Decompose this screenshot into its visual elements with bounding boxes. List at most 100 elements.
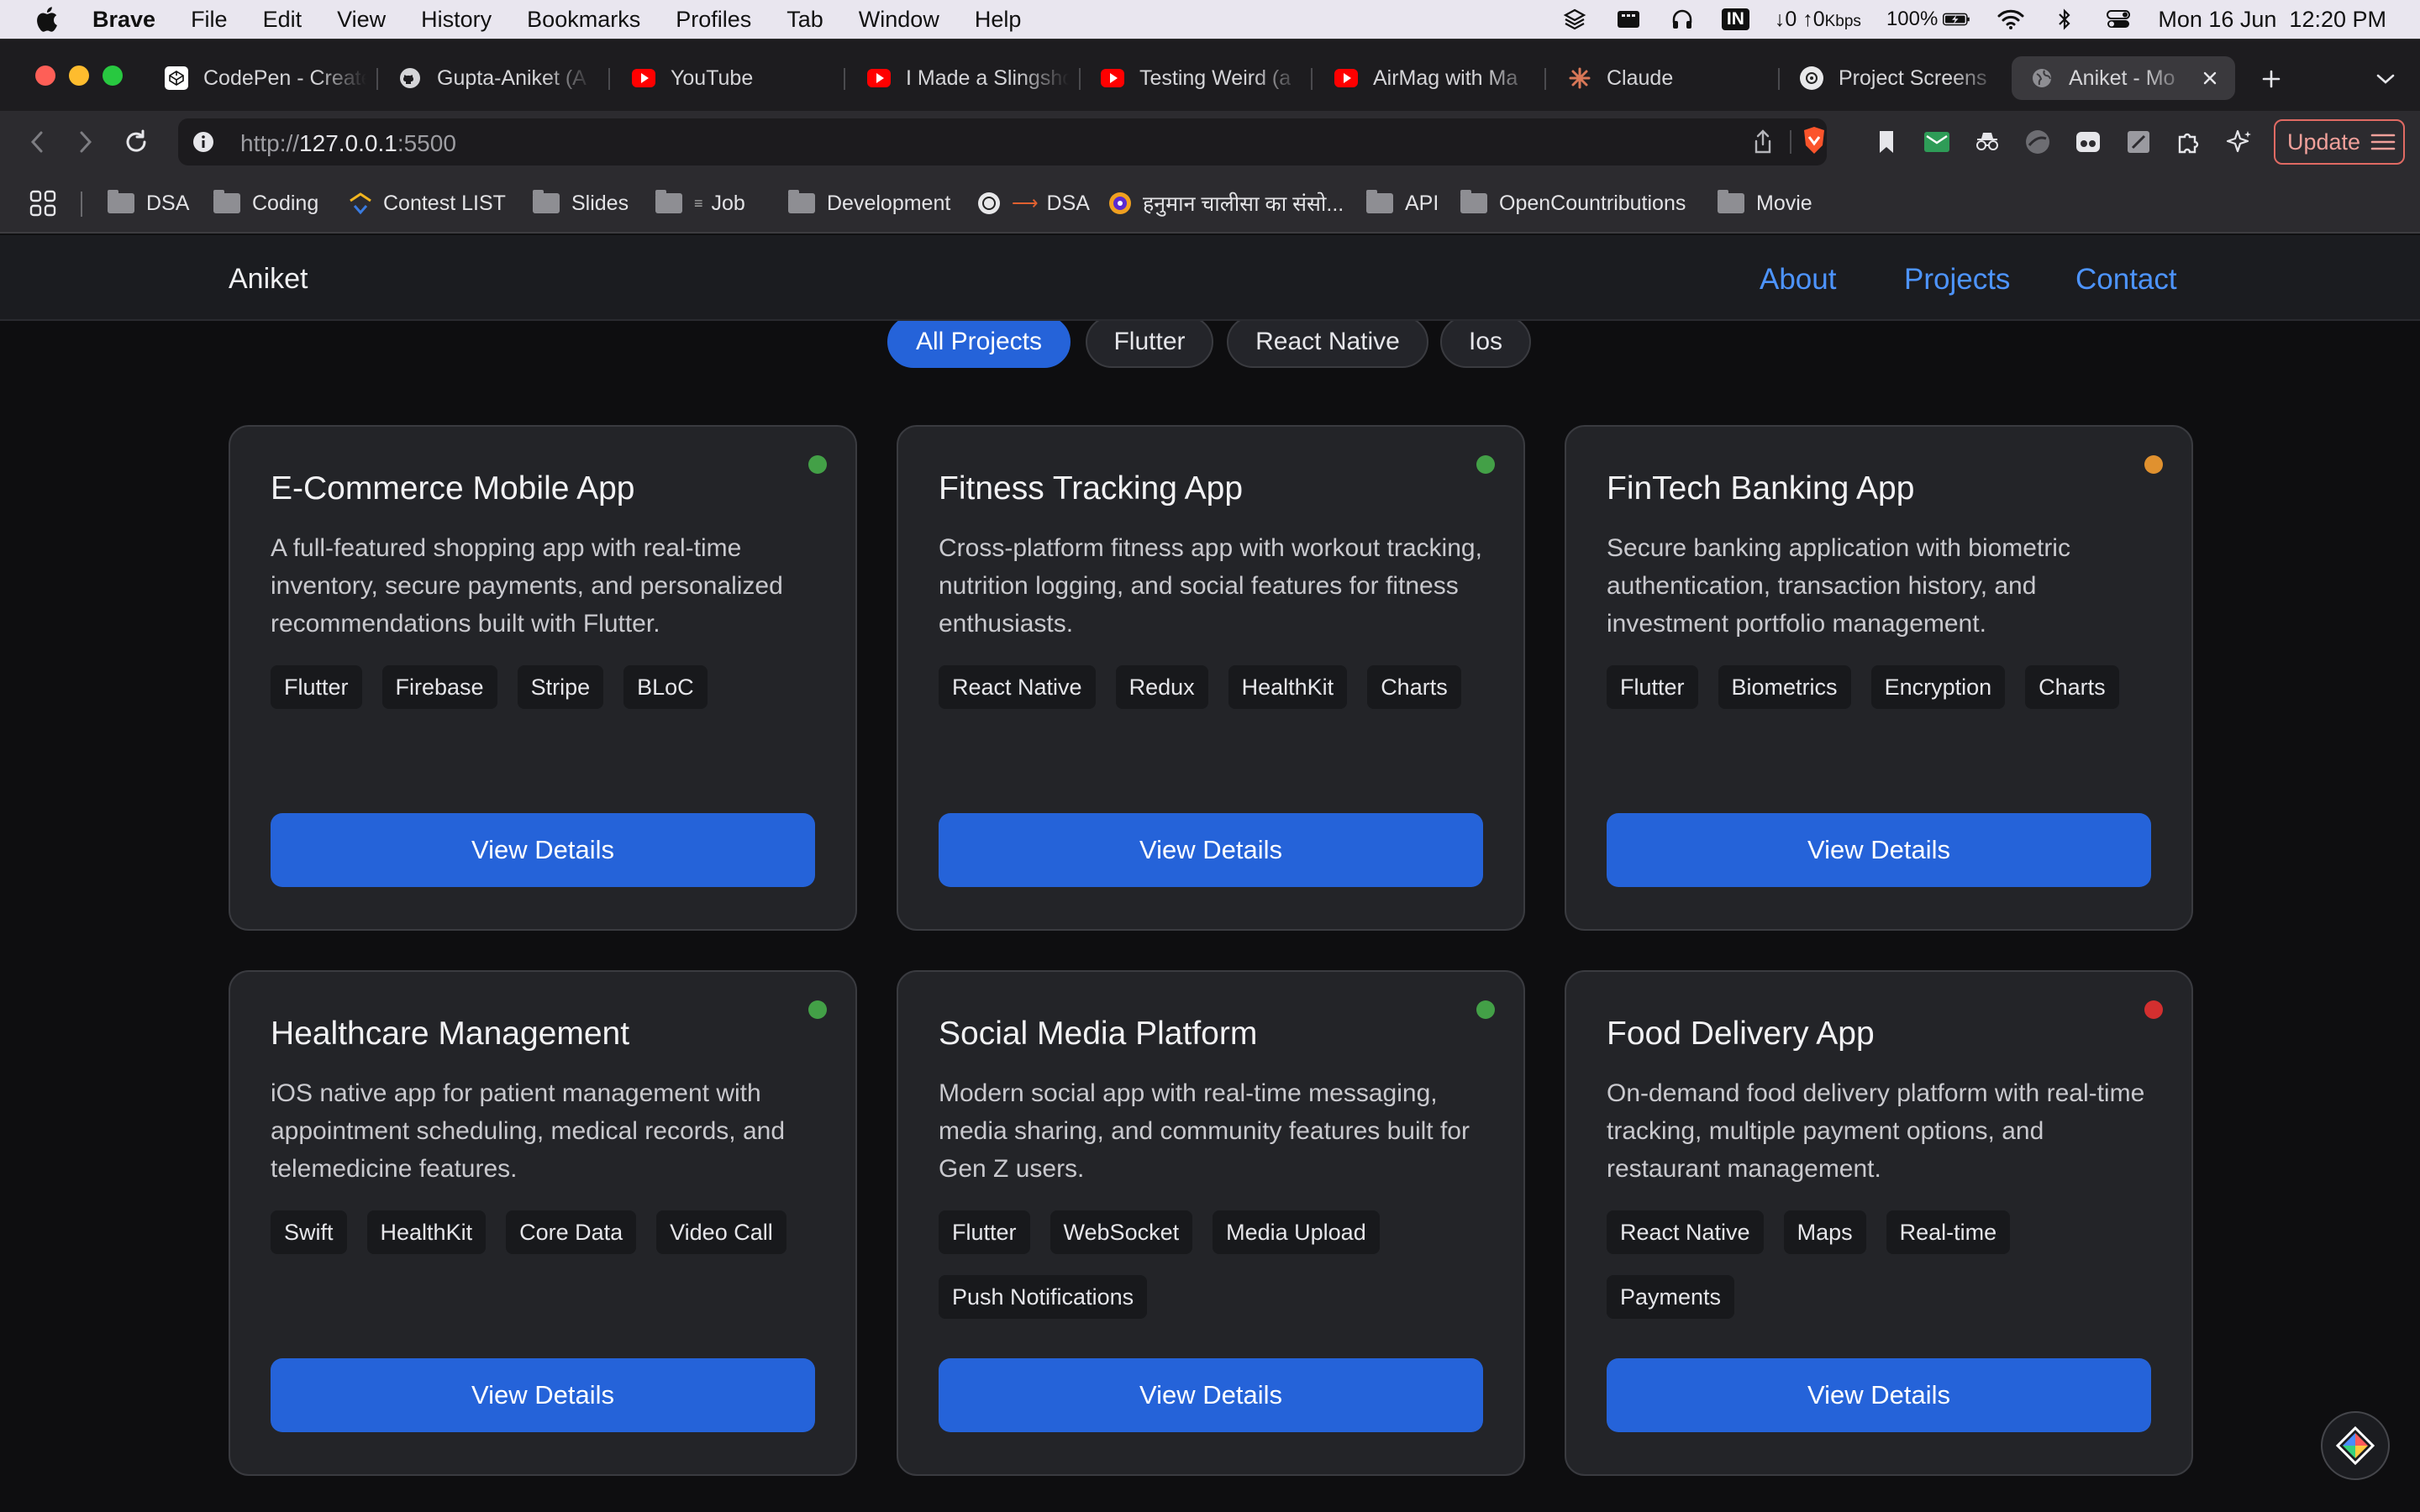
bookmark-folder-job[interactable]: ≡ Job (655, 188, 745, 218)
vpn-extension-icon[interactable] (2023, 128, 2052, 156)
project-tags: Flutter Firebase Stripe BLoC (271, 665, 825, 730)
update-button[interactable]: Update (2274, 119, 2405, 165)
menu-edit[interactable]: Edit (263, 7, 302, 33)
close-tab-icon[interactable] (2198, 66, 2222, 90)
status-dot (2144, 455, 2163, 474)
incognito-extension-icon[interactable] (1973, 128, 2002, 156)
view-details-button[interactable]: View Details (939, 813, 1483, 887)
tab-youtube[interactable]: YouTube (632, 56, 834, 100)
bookmark-folder-coding[interactable]: Coding (213, 188, 318, 218)
bookmark-folder-opencontributions[interactable]: OpenCountributions (1460, 188, 1686, 218)
bookmark-label: Slides (571, 191, 629, 215)
url-text[interactable]: http://127.0.0.1:5500 (240, 130, 456, 157)
control-center-icon[interactable] (2104, 8, 2133, 30)
menu-app-name[interactable]: Brave (92, 7, 155, 33)
window-close-button[interactable] (35, 66, 55, 86)
bluetooth-icon[interactable] (2050, 8, 2079, 30)
view-details-button[interactable]: View Details (271, 813, 815, 887)
nav-link-about[interactable]: About (1760, 263, 1836, 297)
bookmark-dsa-link[interactable]: ⟶ DSA (976, 188, 1090, 218)
clipboard-icon[interactable] (1614, 8, 1643, 30)
tab-claude[interactable]: Claude (1568, 56, 1770, 100)
bookmark-label: DSA (1046, 191, 1090, 215)
reader-extension-icon[interactable] (2074, 128, 2102, 156)
filter-react-native[interactable]: React Native (1227, 316, 1428, 368)
tab-youtube-testing[interactable]: Testing Weird (a (1101, 56, 1302, 100)
project-card: Fitness Tracking App Cross-platform fitn… (897, 425, 1525, 931)
bookmark-contest-list[interactable]: Contest LIST (348, 188, 506, 218)
menu-window[interactable]: Window (859, 7, 939, 33)
menu-view[interactable]: View (337, 7, 386, 33)
tech-tag: React Native (1607, 1210, 1764, 1254)
window-minimize-button[interactable] (69, 66, 89, 86)
folder-icon (533, 190, 560, 213)
ai-sparkle-icon[interactable] (2225, 128, 2254, 156)
view-details-button[interactable]: View Details (1607, 813, 2151, 887)
tab-aniket-active[interactable]: Aniket - Mo (2012, 56, 2235, 100)
wifi-icon[interactable] (1996, 8, 2025, 30)
view-details-button[interactable]: View Details (271, 1358, 815, 1432)
forward-button[interactable] (69, 125, 103, 159)
tab-youtube-slingshot[interactable]: I Made a Slingshot (867, 56, 1069, 100)
tab-label: YouTube (671, 66, 754, 90)
input-source-badge[interactable]: IN (1721, 8, 1749, 30)
filter-ios[interactable]: Ios (1440, 316, 1531, 368)
notes-extension-icon[interactable] (2124, 128, 2153, 156)
site-info-icon[interactable] (190, 129, 217, 155)
tech-tag: Video Call (656, 1210, 786, 1254)
new-tab-button[interactable] (2257, 65, 2286, 93)
share-icon[interactable] (1749, 129, 1776, 155)
openai-icon (976, 191, 1002, 216)
extensions-puzzle-icon[interactable] (2175, 128, 2203, 156)
tab-codepen[interactable]: CodePen - Create (165, 56, 366, 100)
window-zoom-button[interactable] (103, 66, 123, 86)
layers-icon[interactable] (1560, 8, 1589, 30)
mail-extension-icon[interactable] (1923, 128, 1951, 156)
nav-link-projects[interactable]: Projects (1904, 263, 2010, 297)
tab-overflow-chevron-icon[interactable] (2373, 66, 2398, 92)
bookmarks-bar: DSA Coding Contest LIST Slides ≡ Job Deve… (0, 173, 2420, 234)
project-description: Cross-platform fitness app with workout … (939, 534, 1482, 638)
tab-youtube-airmag[interactable]: AirMag with Ma (1334, 56, 1536, 100)
view-details-button[interactable]: View Details (939, 1358, 1483, 1432)
project-title: Healthcare Management (271, 1016, 630, 1052)
bookmark-folder-slides[interactable]: Slides (533, 188, 629, 218)
reload-button[interactable] (119, 125, 153, 159)
tab-bar: CodePen - Create Gupta-Aniket (A YouTube… (0, 39, 2420, 111)
bookmark-folder-dsa[interactable]: DSA (108, 188, 189, 218)
address-bar[interactable]: http://127.0.0.1:5500 (178, 118, 1827, 165)
youtube-icon (1334, 69, 1358, 87)
tab-project-screens[interactable]: Project Screens (1800, 56, 2002, 100)
site-brand[interactable]: Aniket (229, 263, 308, 296)
menu-file[interactable]: File (191, 7, 228, 33)
tech-tag: Push Notifications (939, 1275, 1148, 1319)
bookmark-folder-development[interactable]: Development (788, 188, 950, 218)
menu-profiles[interactable]: Profiles (676, 7, 751, 33)
menu-bookmarks[interactable]: Bookmarks (527, 7, 640, 33)
bookmark-hanuman-chalisa[interactable]: हनुमान चालीसा का संसो... (1107, 188, 1344, 218)
apple-icon[interactable] (34, 5, 59, 34)
apps-grid-icon[interactable] (29, 188, 57, 218)
status-dot (1476, 455, 1495, 474)
view-details-button[interactable]: View Details (1607, 1358, 2151, 1432)
bookmark-folder-movie[interactable]: Movie (1718, 188, 1812, 218)
folder-icon (655, 190, 682, 213)
headphones-icon[interactable] (1668, 8, 1697, 30)
menu-tab[interactable]: Tab (786, 7, 823, 33)
clock[interactable]: Mon 16 Jun 12:20 PM (2158, 7, 2386, 33)
bookmark-folder-api[interactable]: API (1366, 188, 1439, 218)
bookmark-icon[interactable] (1872, 128, 1901, 156)
menu-help[interactable]: Help (975, 7, 1022, 33)
menu-history[interactable]: History (421, 7, 492, 33)
tech-tag: Media Upload (1213, 1210, 1380, 1254)
filter-flutter[interactable]: Flutter (1086, 316, 1213, 368)
filter-all-projects[interactable]: All Projects (887, 316, 1071, 368)
tech-tag: Charts (1367, 665, 1461, 709)
tab-github[interactable]: Gupta-Aniket (A (398, 56, 593, 100)
status-dot (808, 1000, 827, 1019)
nav-link-contact[interactable]: Contact (2075, 263, 2177, 297)
brave-shields-icon[interactable] (1800, 126, 1828, 155)
floating-action-button[interactable] (2321, 1411, 2390, 1480)
battery-icon[interactable] (1943, 8, 1971, 30)
back-button[interactable] (20, 125, 54, 159)
